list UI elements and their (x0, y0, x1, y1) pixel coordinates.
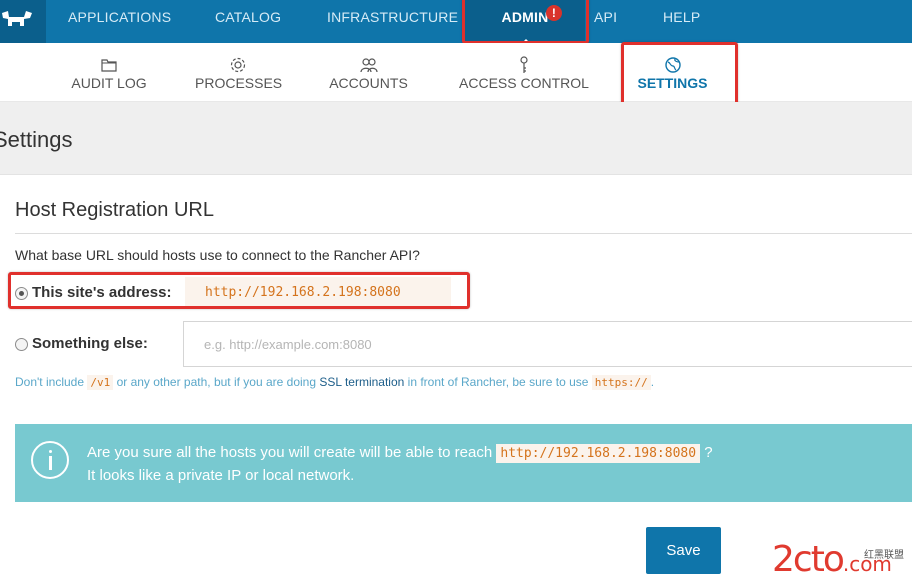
subnav-label: PROCESSES (195, 75, 283, 91)
info-icon (31, 441, 69, 479)
nav-admin[interactable]: ADMIN ! (465, 0, 585, 43)
subnav-processes[interactable]: PROCESSES (195, 43, 283, 102)
subnav-settings[interactable]: SETTINGS (634, 43, 711, 102)
alert-line-1: Are you sure all the hosts you will crea… (87, 444, 713, 463)
alert-text: Are you sure all the hosts you will crea… (87, 444, 493, 461)
cow-logo-icon (2, 11, 32, 26)
top-navigation: APPLICATIONS CATALOG INFRASTRUCTURE ADMI… (0, 0, 912, 43)
subnav-accounts[interactable]: ACCOUNTS (326, 43, 411, 102)
hint-code-v1: /v1 (87, 375, 114, 390)
hint-code-https: https:// (591, 375, 651, 390)
subnav-label: AUDIT LOG (71, 75, 147, 91)
key-icon (520, 56, 528, 73)
users-icon (359, 58, 378, 73)
sub-navigation: AUDIT LOG PROCESSES ACCOUNTS ACCESS CONT… (0, 43, 912, 102)
rancher-logo[interactable] (0, 0, 46, 43)
radio-label-something-else: Something else: (32, 335, 148, 352)
subnav-label: ACCESS CONTROL (459, 75, 589, 91)
nav-api[interactable]: API (594, 0, 617, 43)
nav-applications[interactable]: APPLICATIONS (68, 0, 171, 43)
folder-icon (101, 59, 117, 72)
nav-admin-label: ADMIN (501, 9, 549, 25)
site-address-value: http://192.168.2.198:8080 (185, 277, 451, 309)
hint-text: Don't include (15, 375, 84, 389)
hint-text: or any other path, but if you are doing (116, 375, 317, 389)
subnav-label: ACCOUNTS (329, 75, 408, 91)
watermark: 2cto.com 红黑联盟 (772, 540, 912, 583)
alert-text: ? (704, 444, 713, 461)
custom-url-input[interactable] (183, 321, 912, 367)
radio-this-site[interactable]: This site's address: (15, 276, 185, 312)
private-ip-alert: Are you sure all the hosts you will crea… (15, 424, 912, 502)
globe-icon (664, 57, 681, 73)
section-title: Host Registration URL (15, 199, 214, 221)
section-divider (15, 233, 912, 234)
hint-text: . (650, 375, 655, 389)
page-header: Settings (0, 102, 912, 175)
alert-badge-icon: ! (546, 5, 562, 21)
question-text: What base URL should hosts use to connec… (15, 247, 420, 263)
nav-help[interactable]: HELP (663, 0, 700, 43)
ssl-termination-link[interactable]: SSL termination (319, 375, 404, 389)
radio-button-checked[interactable] (15, 287, 28, 300)
alert-url: http://192.168.2.198:8080 (496, 444, 701, 463)
save-button[interactable]: Save (646, 527, 721, 574)
subnav-label: SETTINGS (637, 75, 708, 91)
radio-label-this-site: This site's address: (32, 284, 172, 301)
hint-text: in front of Rancher, be sure to use (407, 375, 589, 389)
gear-icon (230, 57, 245, 73)
subnav-access-control[interactable]: ACCESS CONTROL (457, 43, 591, 102)
alert-line-2: It looks like a private IP or local netw… (87, 467, 355, 484)
nav-infrastructure[interactable]: INFRASTRUCTURE (327, 0, 458, 43)
nav-catalog[interactable]: CATALOG (215, 0, 281, 43)
help-text: Don't include /v1 or any other path, but… (15, 374, 654, 391)
watermark-small-text: 红黑联盟 (864, 550, 904, 561)
radio-button-unchecked[interactable] (15, 338, 28, 351)
subnav-audit-log[interactable]: AUDIT LOG (68, 43, 150, 102)
radio-something-else[interactable]: Something else: (15, 327, 185, 363)
page-title: Settings (0, 127, 73, 152)
